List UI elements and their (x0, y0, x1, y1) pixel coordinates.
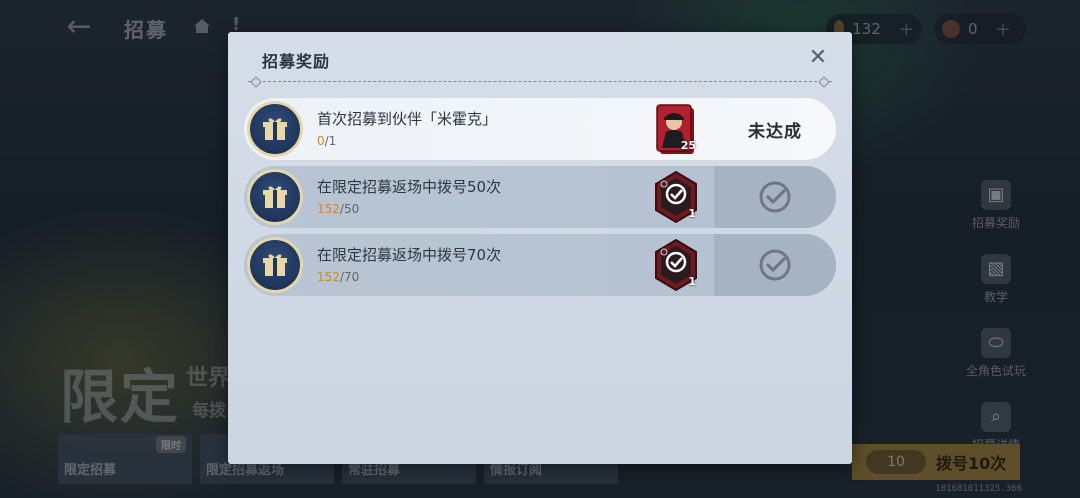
task-title: 在限定招募返场中拨号50次 (317, 178, 502, 196)
close-icon[interactable]: ✕ (806, 46, 830, 70)
title-divider (248, 81, 832, 82)
task-progress: 0/1 (317, 134, 336, 148)
reward-item[interactable]: 25 (652, 102, 700, 156)
progress-total: /50 (339, 202, 360, 216)
progress-current: 152 (317, 202, 340, 216)
status-cell: 未达成 (714, 98, 836, 160)
progress-total: /70 (339, 270, 360, 284)
status-not-achieved: 未达成 (748, 121, 802, 142)
gift-badge (247, 237, 303, 293)
task-progress: 152/50 (317, 202, 359, 216)
gift-box-icon (263, 118, 287, 140)
reward-quantity: 1 (688, 275, 696, 288)
reward-quantity: 25 (680, 139, 696, 152)
reward-list: 首次招募到伙伴「米霍克」 0/1 25 未达成 在限定招募返场中拨号50次 15… (244, 98, 836, 302)
gift-box-icon (263, 186, 287, 208)
status-cell (714, 234, 836, 296)
recruit-rewards-dialog: 招募奖励 ✕ 首次招募到伙伴「米霍克」 0/1 25 未达成 在限定招募返场中拨… (228, 32, 852, 464)
progress-current: 152 (317, 270, 340, 284)
dialog-title: 招募奖励 (262, 52, 331, 71)
gift-badge (247, 169, 303, 225)
task-title: 在限定招募返场中拨号70次 (317, 246, 502, 264)
task-title: 首次招募到伙伴「米霍克」 (317, 110, 498, 128)
reward-row: 首次招募到伙伴「米霍克」 0/1 25 未达成 (244, 98, 836, 160)
gift-box-icon (263, 254, 287, 276)
status-cell (714, 166, 836, 228)
claimed-check-icon (759, 181, 791, 213)
reward-item[interactable]: 1 (652, 238, 700, 292)
reward-row: 在限定招募返场中拨号50次 152/50 1 (244, 166, 836, 228)
task-progress: 152/70 (317, 270, 359, 284)
progress-total: /1 (324, 134, 337, 148)
reward-item[interactable]: 1 (652, 170, 700, 224)
reward-quantity: 1 (688, 207, 696, 220)
reward-row: 在限定招募返场中拨号70次 152/70 1 (244, 234, 836, 296)
progress-current: 0 (317, 134, 325, 148)
claimed-check-icon (759, 249, 791, 281)
gift-badge (247, 101, 303, 157)
